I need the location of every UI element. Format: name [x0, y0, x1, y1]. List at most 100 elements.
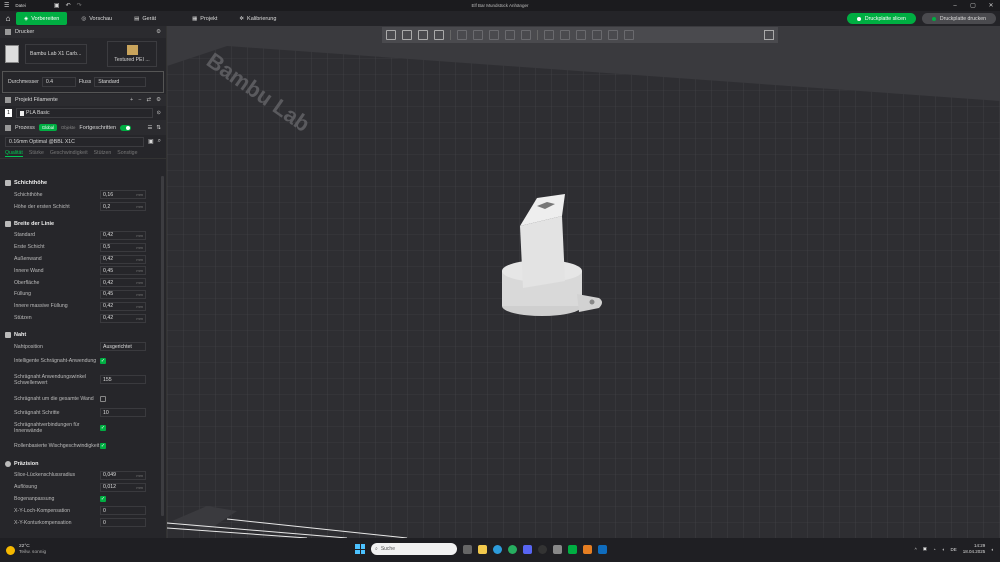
- scarf-steps-input[interactable]: 10: [100, 408, 146, 418]
- param-input[interactable]: 0,012 mm: [100, 482, 146, 492]
- global-badge[interactable]: Global: [38, 124, 57, 131]
- param-input[interactable]: 0,5 mm: [100, 242, 146, 252]
- param-input[interactable]: 0,42 mm: [100, 313, 146, 323]
- discord-icon[interactable]: [523, 544, 532, 554]
- scarf-entire-wall-checkbox[interactable]: [100, 395, 106, 402]
- advanced-toggle[interactable]: [120, 124, 132, 131]
- save-preset-icon[interactable]: ▣: [148, 138, 154, 145]
- xy-contour-input[interactable]: 0: [100, 518, 146, 528]
- flow-select[interactable]: Standard: [94, 77, 147, 87]
- param-input[interactable]: 0,42 mm: [100, 278, 146, 288]
- compare-icon[interactable]: ⇅: [156, 125, 161, 131]
- cut-icon[interactable]: [521, 30, 531, 40]
- param-input[interactable]: 0,45 mm: [100, 289, 146, 299]
- param-input[interactable]: 0,45 mm: [100, 266, 146, 276]
- tray-app-icon[interactable]: ▣: [923, 546, 927, 552]
- windows-start-icon[interactable]: [355, 544, 365, 554]
- add-object-icon[interactable]: [386, 30, 396, 40]
- chevron-up-icon[interactable]: ^: [915, 547, 917, 552]
- view-settings-icon[interactable]: [760, 27, 778, 43]
- tab-device[interactable]: ▤ Gerät: [126, 12, 164, 25]
- add-icon[interactable]: +: [130, 97, 133, 103]
- text-icon[interactable]: [576, 30, 586, 40]
- tab-calibration[interactable]: ✲ Kalibrierung: [231, 12, 284, 25]
- measure-icon[interactable]: [592, 30, 602, 40]
- lay-on-face-icon[interactable]: [505, 30, 515, 40]
- list-icon[interactable]: ☰: [147, 125, 152, 131]
- seam-position-select[interactable]: Ausgerichtet: [100, 342, 146, 352]
- taskbar-search[interactable]: ⌕ Suche: [371, 543, 457, 555]
- param-row: Schrägnaht um die gesamte Wand: [0, 391, 161, 407]
- printer-select[interactable]: Bambu Lab X1 Carb...: [25, 44, 87, 64]
- diameter-select[interactable]: 0.4: [41, 77, 76, 87]
- auto-orient-icon[interactable]: [418, 30, 428, 40]
- home-icon[interactable]: ⌂: [0, 11, 16, 26]
- wifi-icon[interactable]: ◔: [933, 547, 936, 552]
- param-input[interactable]: 0,42 mm: [100, 254, 146, 264]
- rotate-icon[interactable]: [473, 30, 483, 40]
- tab-quality[interactable]: Qualität: [5, 150, 23, 157]
- filament-settings-icon[interactable]: ⚙: [156, 97, 161, 103]
- nozzle-row: Durchmesser 0.4 Fluss Standard: [2, 71, 164, 93]
- minimize-button[interactable]: –: [946, 0, 964, 11]
- tab-project[interactable]: ▦ Projekt: [184, 12, 225, 25]
- tab-prepare[interactable]: ◈ Vorbereiten: [16, 12, 68, 25]
- scale-icon[interactable]: [489, 30, 499, 40]
- scarf-threshold-input[interactable]: 155: [100, 375, 146, 385]
- tab-speed[interactable]: Geschwindigkeit: [50, 150, 88, 156]
- filament-edit-icon[interactable]: ⊙: [157, 110, 161, 116]
- xy-hole-input[interactable]: 0: [100, 506, 146, 516]
- precision-icon: [5, 460, 11, 467]
- color-paint-icon[interactable]: [624, 30, 634, 40]
- param-input[interactable]: 0,049 mm: [100, 470, 146, 480]
- file-explorer-icon[interactable]: [478, 544, 487, 554]
- 3d-viewport[interactable]: Bambu Lab: [167, 26, 1000, 538]
- language-indicator[interactable]: DE: [950, 547, 956, 552]
- maximize-button[interactable]: ▢: [964, 0, 982, 11]
- app-icon[interactable]: [538, 544, 547, 554]
- param-input[interactable]: 0,42 mm: [100, 301, 146, 311]
- assembly-icon[interactable]: [608, 30, 618, 40]
- param-input[interactable]: 0,42 mm: [100, 230, 146, 240]
- snipping-icon[interactable]: [553, 544, 562, 554]
- task-view-icon[interactable]: [463, 544, 472, 554]
- project-icon: ▦: [192, 15, 198, 22]
- support-paint-icon[interactable]: [544, 30, 554, 40]
- notification-icon[interactable]: ◐: [991, 547, 994, 552]
- edge-icon[interactable]: [493, 544, 502, 554]
- print-plate-button[interactable]: Druckplatte drucken: [921, 13, 996, 24]
- move-icon[interactable]: [457, 30, 467, 40]
- clock[interactable]: 14:29 18.04.2025: [963, 543, 986, 555]
- scarf-inner-walls-checkbox[interactable]: ✓: [100, 424, 106, 431]
- filament-select[interactable]: PLA Basic: [16, 108, 153, 118]
- objects-badge[interactable]: Objekte: [61, 125, 75, 130]
- tab-preview[interactable]: ◎ Vorschau: [73, 12, 120, 25]
- layer-height-input[interactable]: 0,16 mm: [100, 190, 146, 200]
- bambu-studio-icon[interactable]: [568, 544, 577, 554]
- sync-icon[interactable]: ⇄: [146, 97, 151, 103]
- first-layer-height-input[interactable]: 0,2 mm: [100, 202, 146, 212]
- seam-paint-icon[interactable]: [560, 30, 570, 40]
- plate-select[interactable]: Textured PEI ...: [107, 41, 157, 67]
- chrome-icon[interactable]: [508, 544, 517, 554]
- close-button[interactable]: ✕: [982, 0, 1000, 11]
- tab-support[interactable]: Stützen: [94, 150, 112, 156]
- app-icon[interactable]: [583, 544, 592, 554]
- weather-widget[interactable]: 22°C Teilw. sonnig: [0, 544, 46, 556]
- search-icon[interactable]: ⌕: [158, 138, 161, 145]
- role-wipe-speed-checkbox[interactable]: ✓: [100, 442, 106, 449]
- arrange-icon[interactable]: [434, 30, 444, 40]
- tab-other[interactable]: Sonstige: [117, 150, 137, 156]
- smart-scarf-checkbox[interactable]: ✓: [100, 357, 106, 364]
- slice-plate-button[interactable]: Druckplatte slicen: [846, 13, 916, 24]
- process-preset-select[interactable]: 0.16mm Optimal @BBL X1C: [5, 136, 144, 147]
- sidebar-scrollbar[interactable]: [161, 176, 164, 516]
- process-header: Prozess Global Objekte Fortgeschritten ☰…: [0, 120, 166, 135]
- arc-fitting-checkbox[interactable]: ✓: [100, 496, 106, 503]
- remove-icon[interactable]: −: [138, 97, 141, 103]
- tab-strength[interactable]: Stärke: [29, 150, 44, 156]
- outlook-icon[interactable]: [598, 544, 607, 554]
- volume-icon[interactable]: ◖: [942, 547, 945, 552]
- printer-settings-icon[interactable]: ⚙: [156, 29, 161, 35]
- add-plate-icon[interactable]: [402, 30, 412, 40]
